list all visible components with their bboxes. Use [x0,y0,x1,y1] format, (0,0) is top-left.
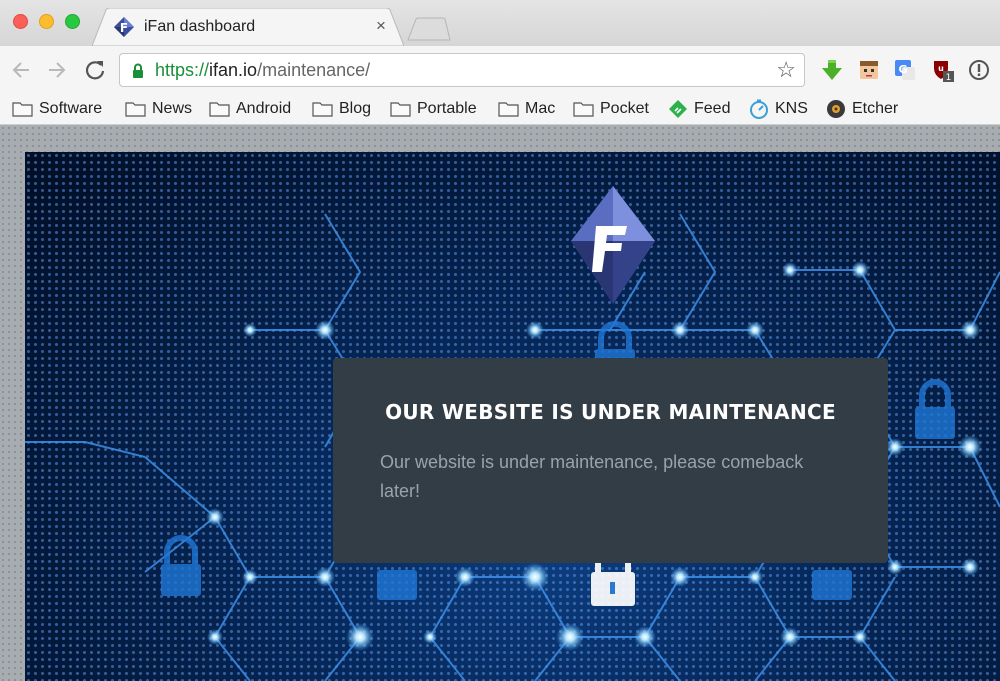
face-extension-icon[interactable] [857,58,881,82]
page-viewport: OUR WEBSITE IS UNDER MAINTENANCE Our web… [0,125,1000,681]
maintenance-title: OUR WEBSITE IS UNDER MAINTENANCE [385,400,836,424]
feedly-icon [669,100,687,118]
url-host: ifan.io [209,60,258,80]
bookmark-blog[interactable]: Blog [312,97,371,121]
new-tab-button[interactable] [406,17,452,41]
bookmark-mac[interactable]: Mac [498,97,555,121]
bookmark-label: Blog [339,100,372,117]
bookmark-label: KNS [775,100,808,117]
bookmark-label: Mac [525,100,556,117]
secure-lock-icon [133,63,143,78]
folder-icon [12,102,33,117]
zoom-window-button[interactable] [65,14,80,29]
bookmark-news[interactable]: News [125,97,192,121]
folder-icon [498,102,519,117]
ifan-favicon-icon: F [114,17,134,37]
browser-tab-active[interactable]: F iFan dashboard × [92,8,404,46]
download-arrow-icon[interactable] [820,58,844,82]
bookmark-label: Software [39,100,103,117]
url-scheme: https:// [155,60,210,80]
folder-icon [573,102,594,117]
bookmark-feed[interactable]: Feed [668,97,730,121]
forward-arrow-icon[interactable] [46,59,68,81]
bookmark-kns[interactable]: KNS [749,97,808,121]
folder-icon [209,102,230,117]
back-arrow-icon[interactable] [10,59,32,81]
hero-background: OUR WEBSITE IS UNDER MAINTENANCE Our web… [25,152,1000,681]
bookmark-label: Portable [417,100,477,117]
reload-icon[interactable] [84,59,106,81]
google-translate-icon[interactable]: G [893,58,917,82]
folder-icon [312,102,333,117]
maintenance-text: Our website is under maintenance, please… [380,452,804,501]
tab-title: iFan dashboard [144,18,256,35]
bookmark-android[interactable]: Android [209,97,291,121]
url-path: /maintenance/ [257,60,371,80]
bookmark-software[interactable]: Software [12,97,102,121]
ifan-logo-icon [571,186,655,304]
extension-badge-count: 1 [946,73,952,82]
folder-icon [125,102,146,117]
svg-text:F: F [120,21,128,35]
maintenance-message-box: OUR WEBSITE IS UNDER MAINTENANCE Our web… [333,358,888,563]
tab-close-icon[interactable]: × [376,16,386,36]
folder-icon [390,102,411,117]
etcher-icon [827,100,845,118]
bookmark-pocket[interactable]: Pocket [573,97,649,121]
close-window-button[interactable] [13,14,28,29]
address-bar[interactable]: https://ifan.io/maintenance/ ☆ [119,53,805,87]
bookmark-star-icon[interactable]: ☆ [776,58,796,82]
bookmarks-bar: Software News Android Blog Portable Mac … [0,94,1000,125]
info-icon[interactable] [967,58,991,82]
ublock-shield-icon[interactable]: u 1 [930,58,954,82]
svg-text:G: G [898,63,907,76]
bookmark-label: Etcher [852,100,899,117]
url-text: https://ifan.io/maintenance/ [155,60,370,81]
bookmark-label: News [152,100,193,117]
tab-strip: F iFan dashboard × [0,0,1000,46]
bookmark-portable[interactable]: Portable [390,97,477,121]
bookmark-label: Feed [694,100,731,117]
bookmark-etcher[interactable]: Etcher [826,97,898,121]
bookmark-label: Pocket [600,100,649,117]
minimize-window-button[interactable] [39,14,54,29]
kns-icon [750,99,768,119]
bookmark-label: Android [236,100,292,117]
